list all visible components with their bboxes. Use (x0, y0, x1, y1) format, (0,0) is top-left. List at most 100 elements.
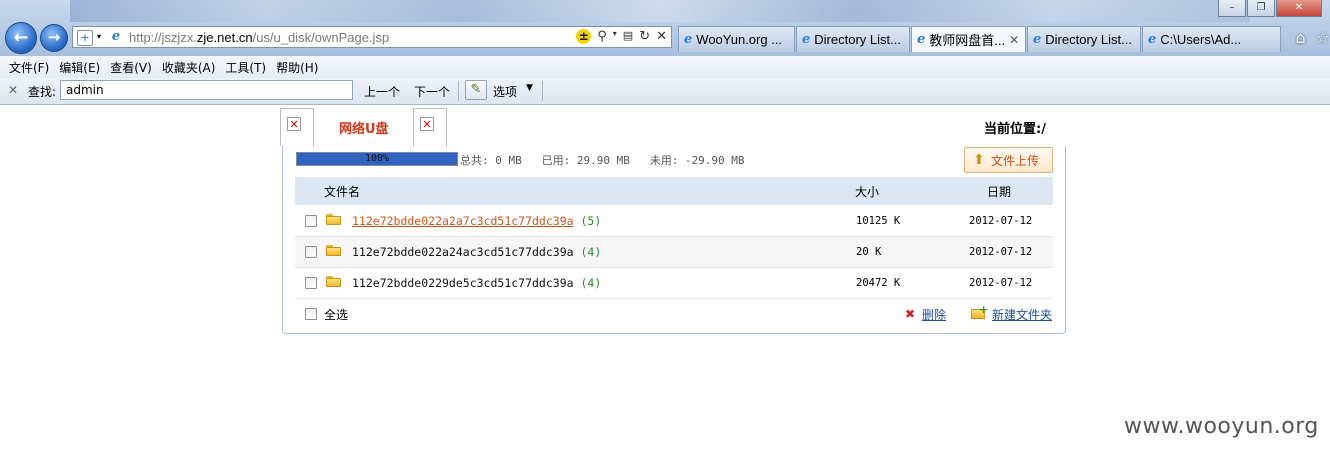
file-count: (4) (580, 276, 602, 290)
chevron-down-icon[interactable]: ▾ (92, 30, 106, 44)
ie-page-icon: e (1033, 32, 1042, 47)
tab-title: WooYun.org ... (696, 32, 783, 47)
minimize-icon[interactable]: – (1218, 0, 1246, 17)
ie-page-icon: e (1148, 32, 1157, 47)
tab-title: 教师网盘首... (929, 33, 1006, 48)
file-size: 20472 K (856, 277, 901, 289)
menu-tools[interactable]: 工具(T) (220, 59, 271, 76)
divider (542, 81, 543, 101)
tab-title: Directory List... (1045, 32, 1132, 47)
taskbar-thumbnail-strip (70, 0, 1250, 22)
folder-name-link[interactable]: 112e72bdde0229de5c3cd51c77ddc39a (352, 276, 574, 290)
file-count: (4) (580, 245, 602, 259)
favorites-star-icon[interactable]: ☆ (1316, 28, 1330, 47)
tab-strip: e WooYun.org ... e Directory List... e 教… (678, 26, 1282, 52)
current-location: 当前位置:/ (984, 122, 1046, 137)
file-size: 20 K (856, 246, 882, 258)
highlight-icon[interactable]: ✎ (465, 80, 487, 100)
folder-icon (326, 276, 341, 287)
maximize-icon[interactable]: ❐ (1247, 0, 1275, 17)
column-header-name: 文件名 (324, 185, 361, 199)
addon-icon[interactable]: ± (576, 29, 592, 44)
select-all-label[interactable]: 全选 (324, 306, 348, 323)
file-size: 10125 K (856, 215, 901, 227)
folder-name-link[interactable]: 112e72bdde022a24ac3cd51c77ddc39a (352, 245, 574, 259)
new-folder-button[interactable]: 新建文件夹 (992, 306, 1052, 323)
tab-local-file[interactable]: e C:\Users\Ad... (1142, 26, 1281, 52)
upload-icon: ⬆ (973, 152, 985, 168)
usage-stats: 总共: 0 MB 已用: 29.90 MB 未用: -29.90 MB (460, 154, 745, 167)
tab-network-udisk[interactable]: 网络U盘 (339, 118, 389, 137)
menu-edit[interactable]: 编辑(E) (54, 59, 105, 76)
window-controls: – ❐ ✕ (1218, 0, 1322, 17)
table-row: 112e72bdde022a2a7c3cd51c77ddc39a (5) 101… (295, 206, 1053, 237)
broken-image-icon: ✕ (287, 117, 301, 131)
find-next-button[interactable]: 下一个 (414, 83, 450, 100)
close-window-icon[interactable]: ✕ (1276, 0, 1322, 17)
select-all-checkbox[interactable] (305, 308, 317, 320)
tab-title: C:\Users\Ad... (1160, 32, 1242, 47)
find-label: 查找: (28, 85, 57, 99)
chevron-down-icon[interactable]: ▼ (526, 83, 533, 93)
stop-icon[interactable]: ✕ (656, 29, 667, 44)
folder-icon (326, 214, 341, 225)
delete-icon: ✖ (904, 307, 916, 321)
broken-image-icon: ✕ (420, 117, 434, 131)
table-row: 112e72bdde022a24ac3cd51c77ddc39a (4) 20 … (295, 237, 1053, 268)
find-prev-button[interactable]: 上一个 (364, 83, 400, 100)
menu-help[interactable]: 帮助(H) (271, 59, 323, 76)
menu-view[interactable]: 查看(V) (105, 59, 157, 76)
find-bar: ✕ 查找: 上一个 下一个 ✎ 选项 ▼ (0, 78, 1330, 105)
table-footer: 全选 ✖ 删除 + 新建文件夹 (295, 299, 1053, 329)
folder-icon (326, 245, 341, 256)
column-header-date: 日期 (987, 185, 1012, 199)
back-button[interactable]: ← (5, 22, 37, 54)
tab-close-icon[interactable]: ✕ (1009, 33, 1019, 47)
ie-page-icon: e (111, 29, 121, 44)
tab-directory-list-1[interactable]: e Directory List... (796, 26, 910, 52)
broken-image-tab-right: ✕ (413, 108, 447, 146)
chevron-down-icon[interactable]: ▾ (613, 29, 617, 44)
folder-name-link[interactable]: 112e72bdde022a2a7c3cd51c77ddc39a (352, 214, 574, 228)
compat-view-icon[interactable]: + (77, 30, 93, 46)
tab-wooyun[interactable]: e WooYun.org ... (678, 26, 795, 52)
close-find-icon[interactable]: ✕ (8, 83, 18, 97)
url-text[interactable]: http://jszjzx.zje.net.cn/us/u_disk/ownPa… (129, 30, 389, 45)
new-folder-icon: + (971, 303, 988, 320)
find-options-button[interactable]: 选项 (493, 83, 517, 100)
forward-button[interactable]: → (40, 24, 68, 52)
browser-titlebar: – ❐ ✕ ← → + ▾ e http://jszjzx.zje.net.cn… (0, 0, 1330, 56)
table-header: 文件名 大小 日期 (295, 177, 1053, 205)
find-input[interactable] (60, 80, 353, 100)
row-checkbox[interactable] (305, 277, 317, 289)
menu-bar: 文件(F) 编辑(E) 查看(V) 收藏夹(A) 工具(T) 帮助(H) (0, 56, 1330, 78)
compat-icon[interactable]: ▤ (623, 29, 633, 44)
row-checkbox[interactable] (305, 246, 317, 258)
column-header-size: 大小 (855, 185, 880, 199)
delete-button[interactable]: 删除 (922, 306, 946, 323)
file-count: (5) (580, 214, 602, 228)
address-bar[interactable]: + ▾ e http://jszjzx.zje.net.cn/us/u_disk… (72, 26, 672, 48)
upload-button[interactable]: ⬆ 文件上传 (964, 147, 1053, 173)
search-icon[interactable]: ⚲ (597, 29, 607, 44)
refresh-icon[interactable]: ↻ (639, 29, 650, 44)
row-checkbox[interactable] (305, 215, 317, 227)
tab-title: Directory List... (814, 32, 901, 47)
ie-page-icon: e (917, 32, 926, 47)
usage-progress-bar: 100% (296, 152, 458, 166)
menu-file[interactable]: 文件(F) (4, 59, 54, 76)
divider (458, 81, 459, 101)
tab-directory-list-2[interactable]: e Directory List... (1027, 26, 1141, 52)
watermark: www.wooyun.org (1124, 414, 1319, 439)
file-date: 2012-07-12 (969, 246, 1033, 258)
upload-label: 文件上传 (991, 153, 1040, 168)
usage-percent: 100% (364, 153, 390, 164)
file-date: 2012-07-12 (969, 277, 1033, 289)
ie-page-icon: e (802, 32, 811, 47)
menu-favorites[interactable]: 收藏夹(A) (157, 59, 221, 76)
tab-teacher-disk[interactable]: e 教师网盘首... ✕ (911, 26, 1026, 52)
table-row: 112e72bdde0229de5c3cd51c77ddc39a (4) 204… (295, 268, 1053, 299)
home-icon[interactable]: ⌂ (1296, 28, 1306, 47)
broken-image-tab-left: ✕ (280, 108, 314, 146)
ie-page-icon: e (684, 32, 693, 47)
